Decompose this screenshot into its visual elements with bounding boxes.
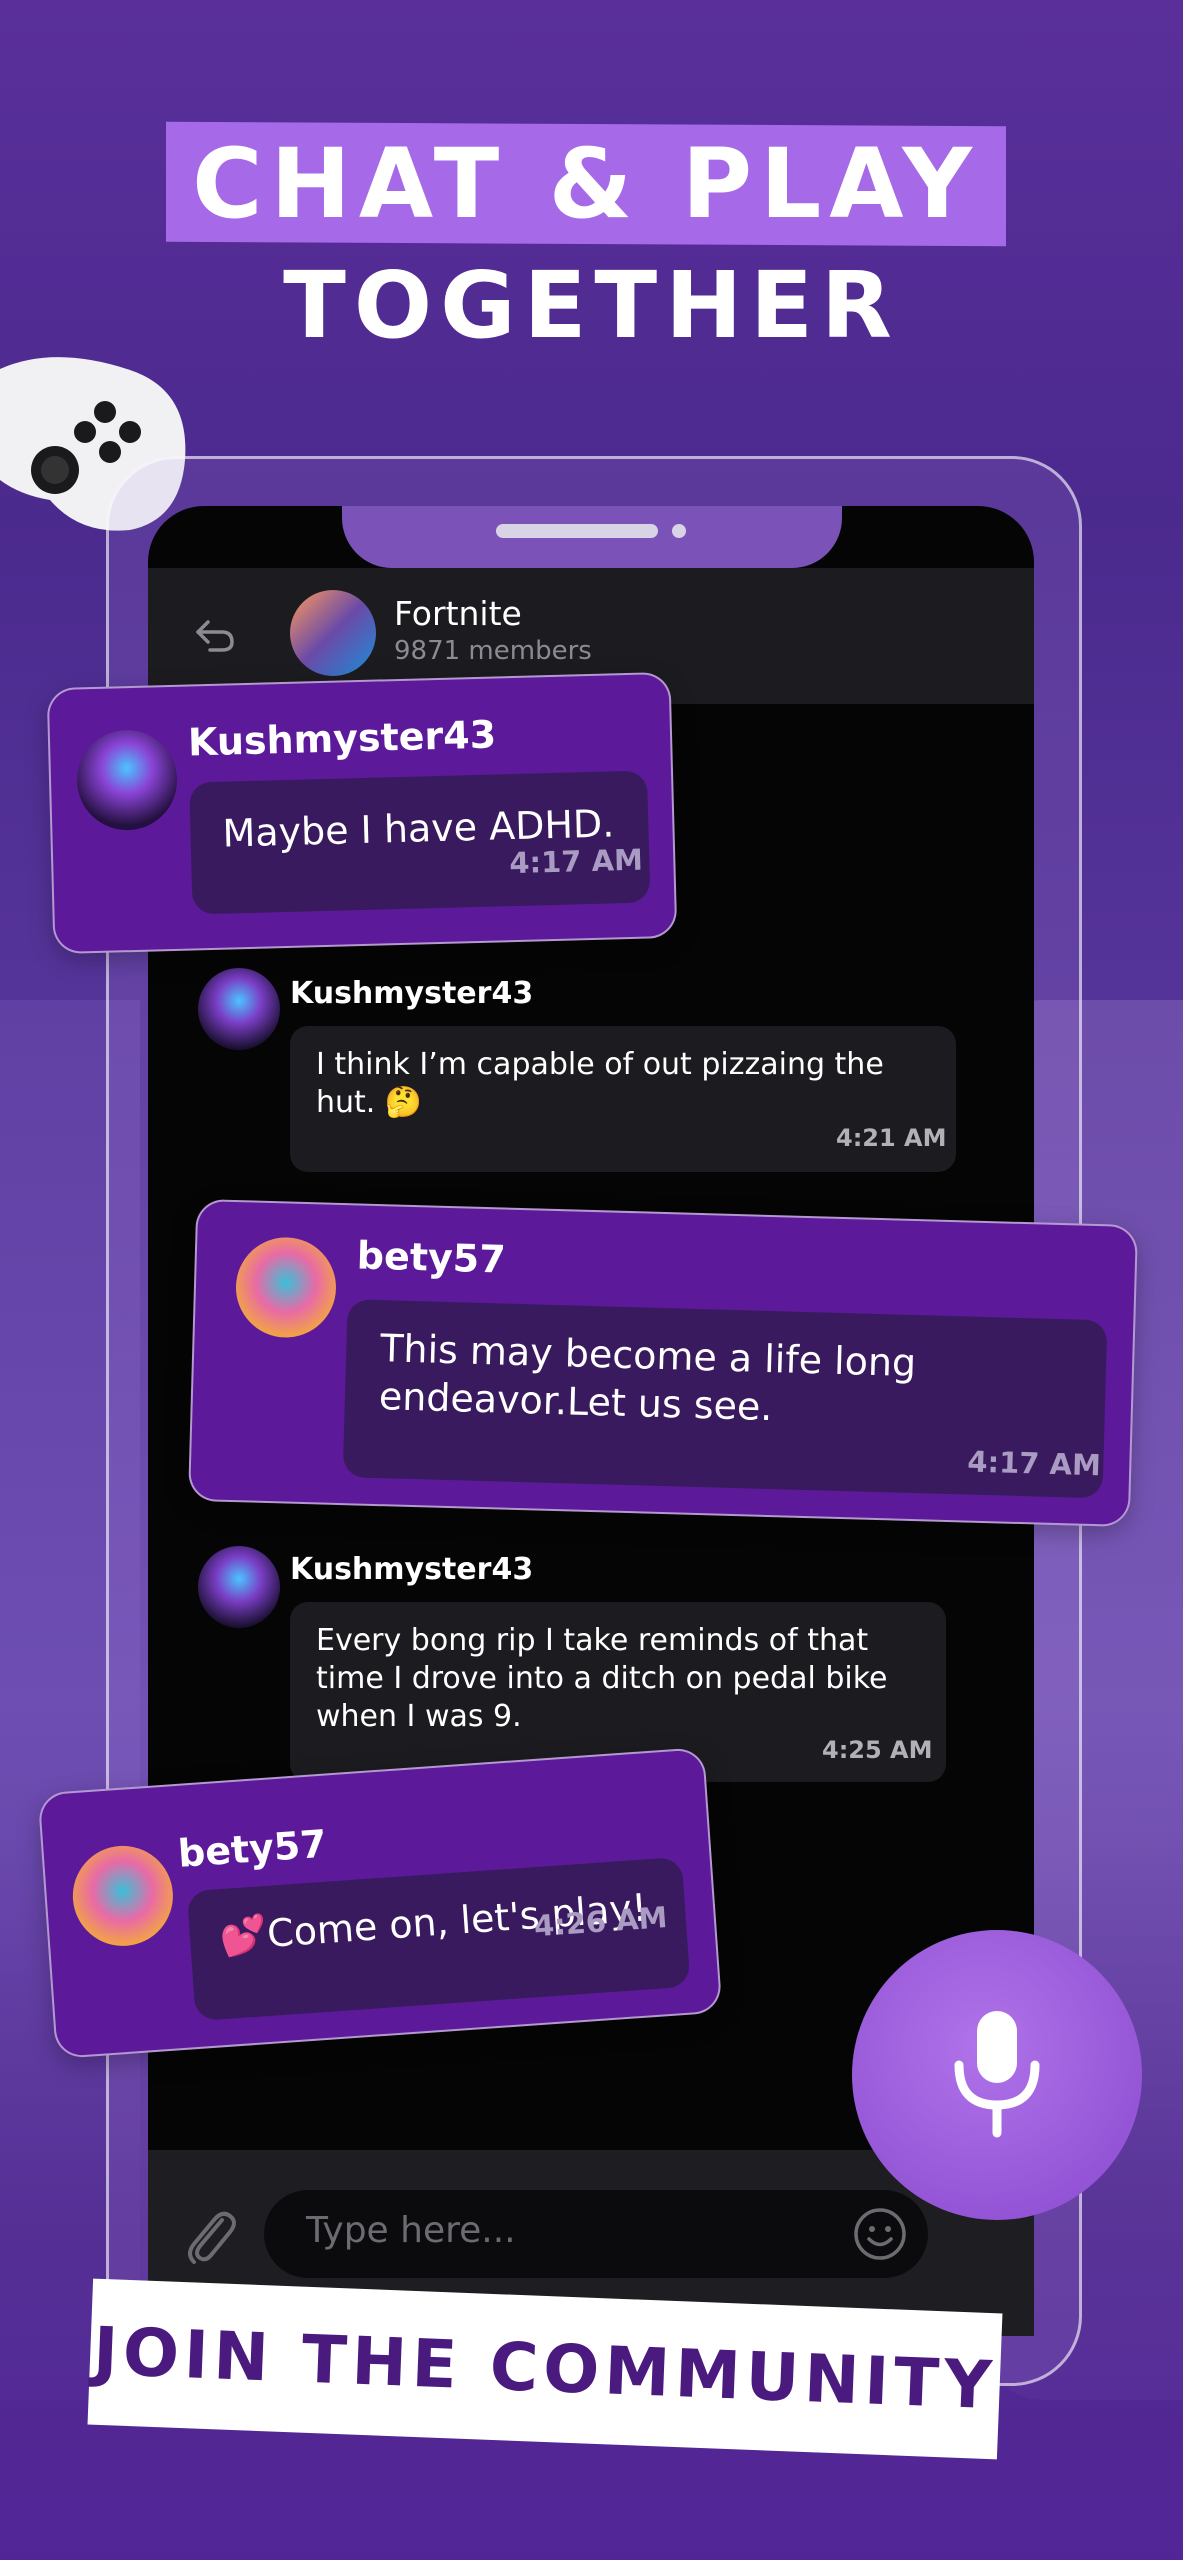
microphone-icon bbox=[954, 2011, 1040, 2138]
message-time: 4:21 AM bbox=[836, 1124, 947, 1152]
message-author: bety57 bbox=[176, 1821, 329, 1876]
speaker-grille bbox=[496, 524, 658, 538]
message-time: 4:25 AM bbox=[822, 1736, 933, 1764]
featured-message-card: bety57 This may become a life long endea… bbox=[187, 1198, 1139, 1528]
group-avatar[interactable] bbox=[290, 590, 376, 676]
featured-message-card: Kushmyster43 Maybe I have ADHD. 4:17 AM bbox=[46, 671, 678, 955]
headline-line1: CHAT & PLAY bbox=[192, 128, 980, 240]
featured-message-card: bety57 💕Come on, let's play! 4:26 AM bbox=[37, 1747, 723, 2059]
camera-dot bbox=[672, 524, 686, 538]
message-text: time I drove into a ditch on pedal bike bbox=[316, 1661, 888, 1696]
message-author: Kushmyster43 bbox=[290, 976, 534, 1011]
avatar[interactable] bbox=[234, 1236, 338, 1339]
message-author: Kushmyster43 bbox=[187, 712, 497, 765]
message-text: I think I’m capable of out pizzaing the bbox=[316, 1047, 884, 1082]
avatar[interactable] bbox=[75, 728, 179, 832]
message-text: Every bong rip I take reminds of that bbox=[316, 1623, 869, 1658]
group-name: Fortnite bbox=[394, 594, 522, 633]
avatar[interactable] bbox=[198, 968, 280, 1050]
avatar[interactable] bbox=[198, 1546, 280, 1628]
paperclip-icon[interactable] bbox=[180, 2200, 240, 2270]
message-author: bety57 bbox=[356, 1233, 507, 1282]
back-arrow-icon[interactable] bbox=[190, 610, 240, 660]
message-time: 4:17 AM bbox=[966, 1444, 1102, 1483]
message-author: Kushmyster43 bbox=[290, 1552, 534, 1587]
message-input-placeholder: Type here... bbox=[306, 2210, 516, 2251]
smiley-icon[interactable] bbox=[852, 2206, 908, 2262]
message-time: 4:17 AM bbox=[508, 842, 644, 881]
message-text: hut. 🤔 bbox=[316, 1085, 423, 1120]
message-text: when I was 9. bbox=[316, 1699, 522, 1734]
group-member-count: 9871 members bbox=[394, 636, 592, 666]
avatar[interactable] bbox=[69, 1842, 177, 1950]
